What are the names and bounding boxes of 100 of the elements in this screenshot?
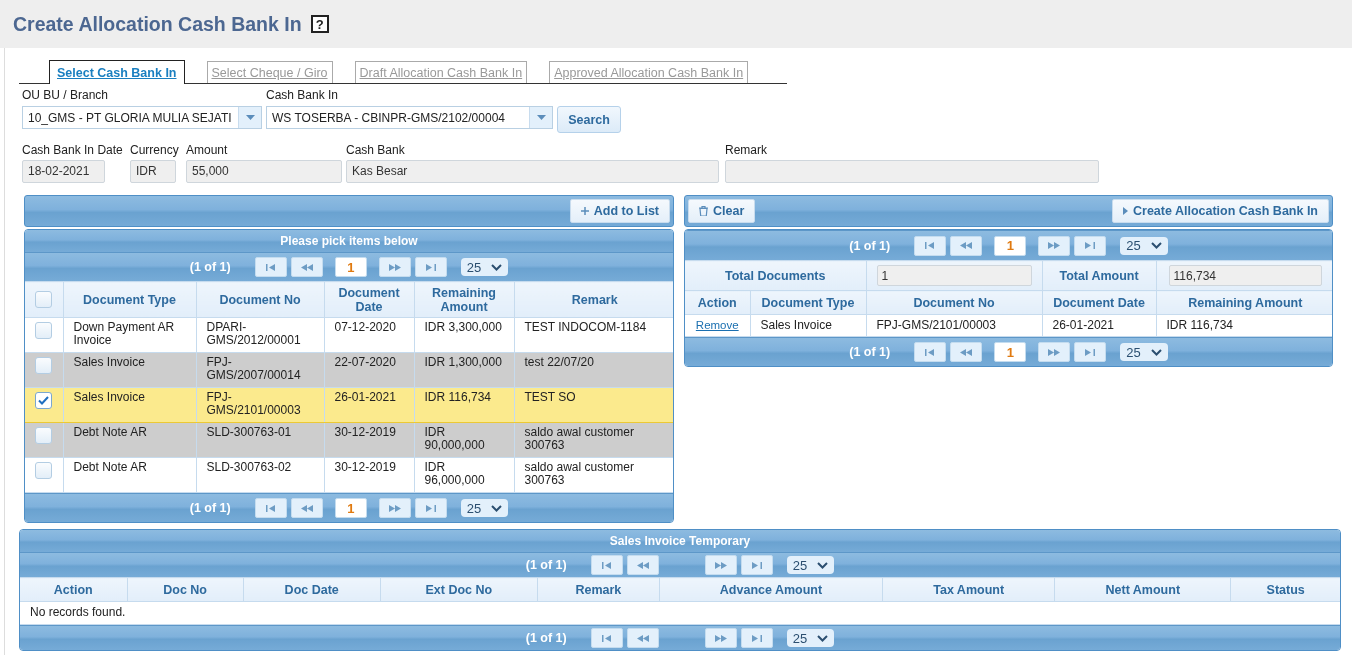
previous-page-icon [960,242,973,249]
table-cell: FPJ-GMS/2007/00014 [196,352,324,388]
page-number-button[interactable]: 1 [994,235,1027,256]
first-page-button[interactable] [590,628,623,648]
checkbox[interactable] [35,322,53,339]
previous-page-button[interactable] [290,257,323,277]
help-button[interactable]: ? [310,15,329,33]
table-cell: Sales Invoice [63,352,196,388]
previous-page-button[interactable] [950,342,983,362]
dropdown-arrow-icon [245,115,255,120]
page-size-select[interactable]: 25 [460,258,509,276]
page-size-select[interactable]: 25 [1120,343,1168,361]
checkmark-icon [38,396,50,405]
first-page-button[interactable] [254,257,287,277]
previous-page-icon [300,504,313,512]
previous-page-button[interactable] [626,628,659,648]
plus-icon [580,207,589,215]
next-page-button[interactable] [378,257,411,277]
last-page-button[interactable] [740,628,773,648]
page-number-button[interactable]: 1 [334,498,367,518]
checkbox[interactable] [35,462,53,479]
previous-page-icon [636,634,649,642]
table-cell: 30-12-2019 [324,457,414,493]
previous-page-button[interactable] [626,555,659,575]
field-label: Cash Bank [346,143,406,157]
field-label: Cash Bank In Date [22,143,124,157]
page-status: (1 of 1) [189,260,231,274]
column-header: Doc No [127,577,244,602]
page-title: Create Allocation Cash Bank In [13,12,302,36]
page-number-button[interactable]: 1 [334,257,367,277]
last-page-button[interactable] [740,555,773,575]
caret-right-icon [1123,207,1128,215]
next-page-icon [388,504,401,512]
tab[interactable]: Select Cash Bank In [49,60,185,84]
tab[interactable]: Approved Allocation Cash Bank In [549,61,749,83]
table-cell: DPARI-GMS/2012/00001 [196,317,324,353]
tab[interactable]: Select Cheque / Giro [206,61,333,83]
column-header: Remark [514,281,673,318]
last-page-icon [751,634,762,642]
previous-page-button[interactable] [950,235,983,256]
dropdown-field[interactable]: WS TOSERBA - CBINPR-GMS/2102/00004 [266,106,553,129]
column-header: Remark [537,577,660,602]
next-page-button[interactable] [378,498,411,518]
search-button[interactable]: Search [557,106,621,133]
chevron-down-icon [1150,242,1162,249]
dropdown-arrow-icon [536,115,546,120]
checkbox[interactable] [35,357,53,374]
column-header: Tax Amount [882,577,1055,602]
page-size-select[interactable]: 25 [460,499,509,517]
first-page-button[interactable] [590,555,623,575]
page-number-button[interactable]: 1 [994,342,1027,362]
readonly-field: 55,000 [186,160,342,183]
next-page-button[interactable] [704,628,737,648]
add-to-list-button[interactable]: Add to List [569,199,670,223]
last-page-icon [751,561,762,569]
last-page-button[interactable] [1074,342,1107,362]
dropdown-field[interactable]: 10_GMS - PT GLORIA MULIA SEJATI [22,106,262,129]
last-page-button[interactable] [1074,235,1107,256]
first-page-button[interactable] [254,498,287,518]
table-cell: 26-01-2021 [324,387,414,423]
page-status: (1 of 1) [849,238,891,253]
checkbox[interactable] [35,392,53,409]
readonly-field: Kas Besar [346,160,719,183]
column-header: Document Type [750,290,866,315]
previous-page-button[interactable] [290,498,323,518]
first-page-button[interactable] [914,342,947,362]
page-size-select[interactable]: 25 [1120,236,1168,255]
first-page-icon [601,634,612,642]
table-cell: test 22/07/20 [514,352,673,388]
total-label: Total Documents [685,260,866,291]
first-page-button[interactable] [914,235,947,256]
page-status: (1 of 1) [189,501,231,515]
clear-button[interactable]: Clear [688,199,756,223]
checkbox[interactable] [35,291,53,308]
page-size-select[interactable]: 25 [786,556,835,574]
column-header: Document No [196,281,324,318]
table-cell: IDR 116,734 [414,387,514,423]
tab[interactable]: Draft Allocation Cash Bank In [354,61,528,83]
field-label: Amount [186,143,229,157]
table-cell: Debt Note AR [63,422,196,458]
empty-message: No records found. [30,605,126,619]
checkbox[interactable] [35,427,53,444]
column-header: Document Date [324,281,414,318]
table-cell: Sales Invoice [63,387,196,423]
table-cell: 30-12-2019 [324,422,414,458]
page-size-select[interactable]: 25 [786,629,835,647]
page-status: (1 of 1) [525,558,567,572]
readonly-field: 116,734 [1168,265,1322,286]
table-cell: Down Payment AR Invoice [63,317,196,353]
table-cell: FPJ-GMS/2101/00003 [866,314,1042,337]
last-page-button[interactable] [414,257,447,277]
table-cell: IDR 90,000,000 [414,422,514,458]
next-page-button[interactable] [1038,342,1071,362]
previous-page-icon [300,263,313,271]
table-cell: IDR 1,300,000 [414,352,514,388]
table-cell: TEST SO [514,387,673,423]
next-page-button[interactable] [1038,235,1071,256]
last-page-button[interactable] [414,498,447,518]
next-page-button[interactable] [704,555,737,575]
create-allocation-button[interactable]: Create Allocation Cash Bank In [1112,199,1329,223]
